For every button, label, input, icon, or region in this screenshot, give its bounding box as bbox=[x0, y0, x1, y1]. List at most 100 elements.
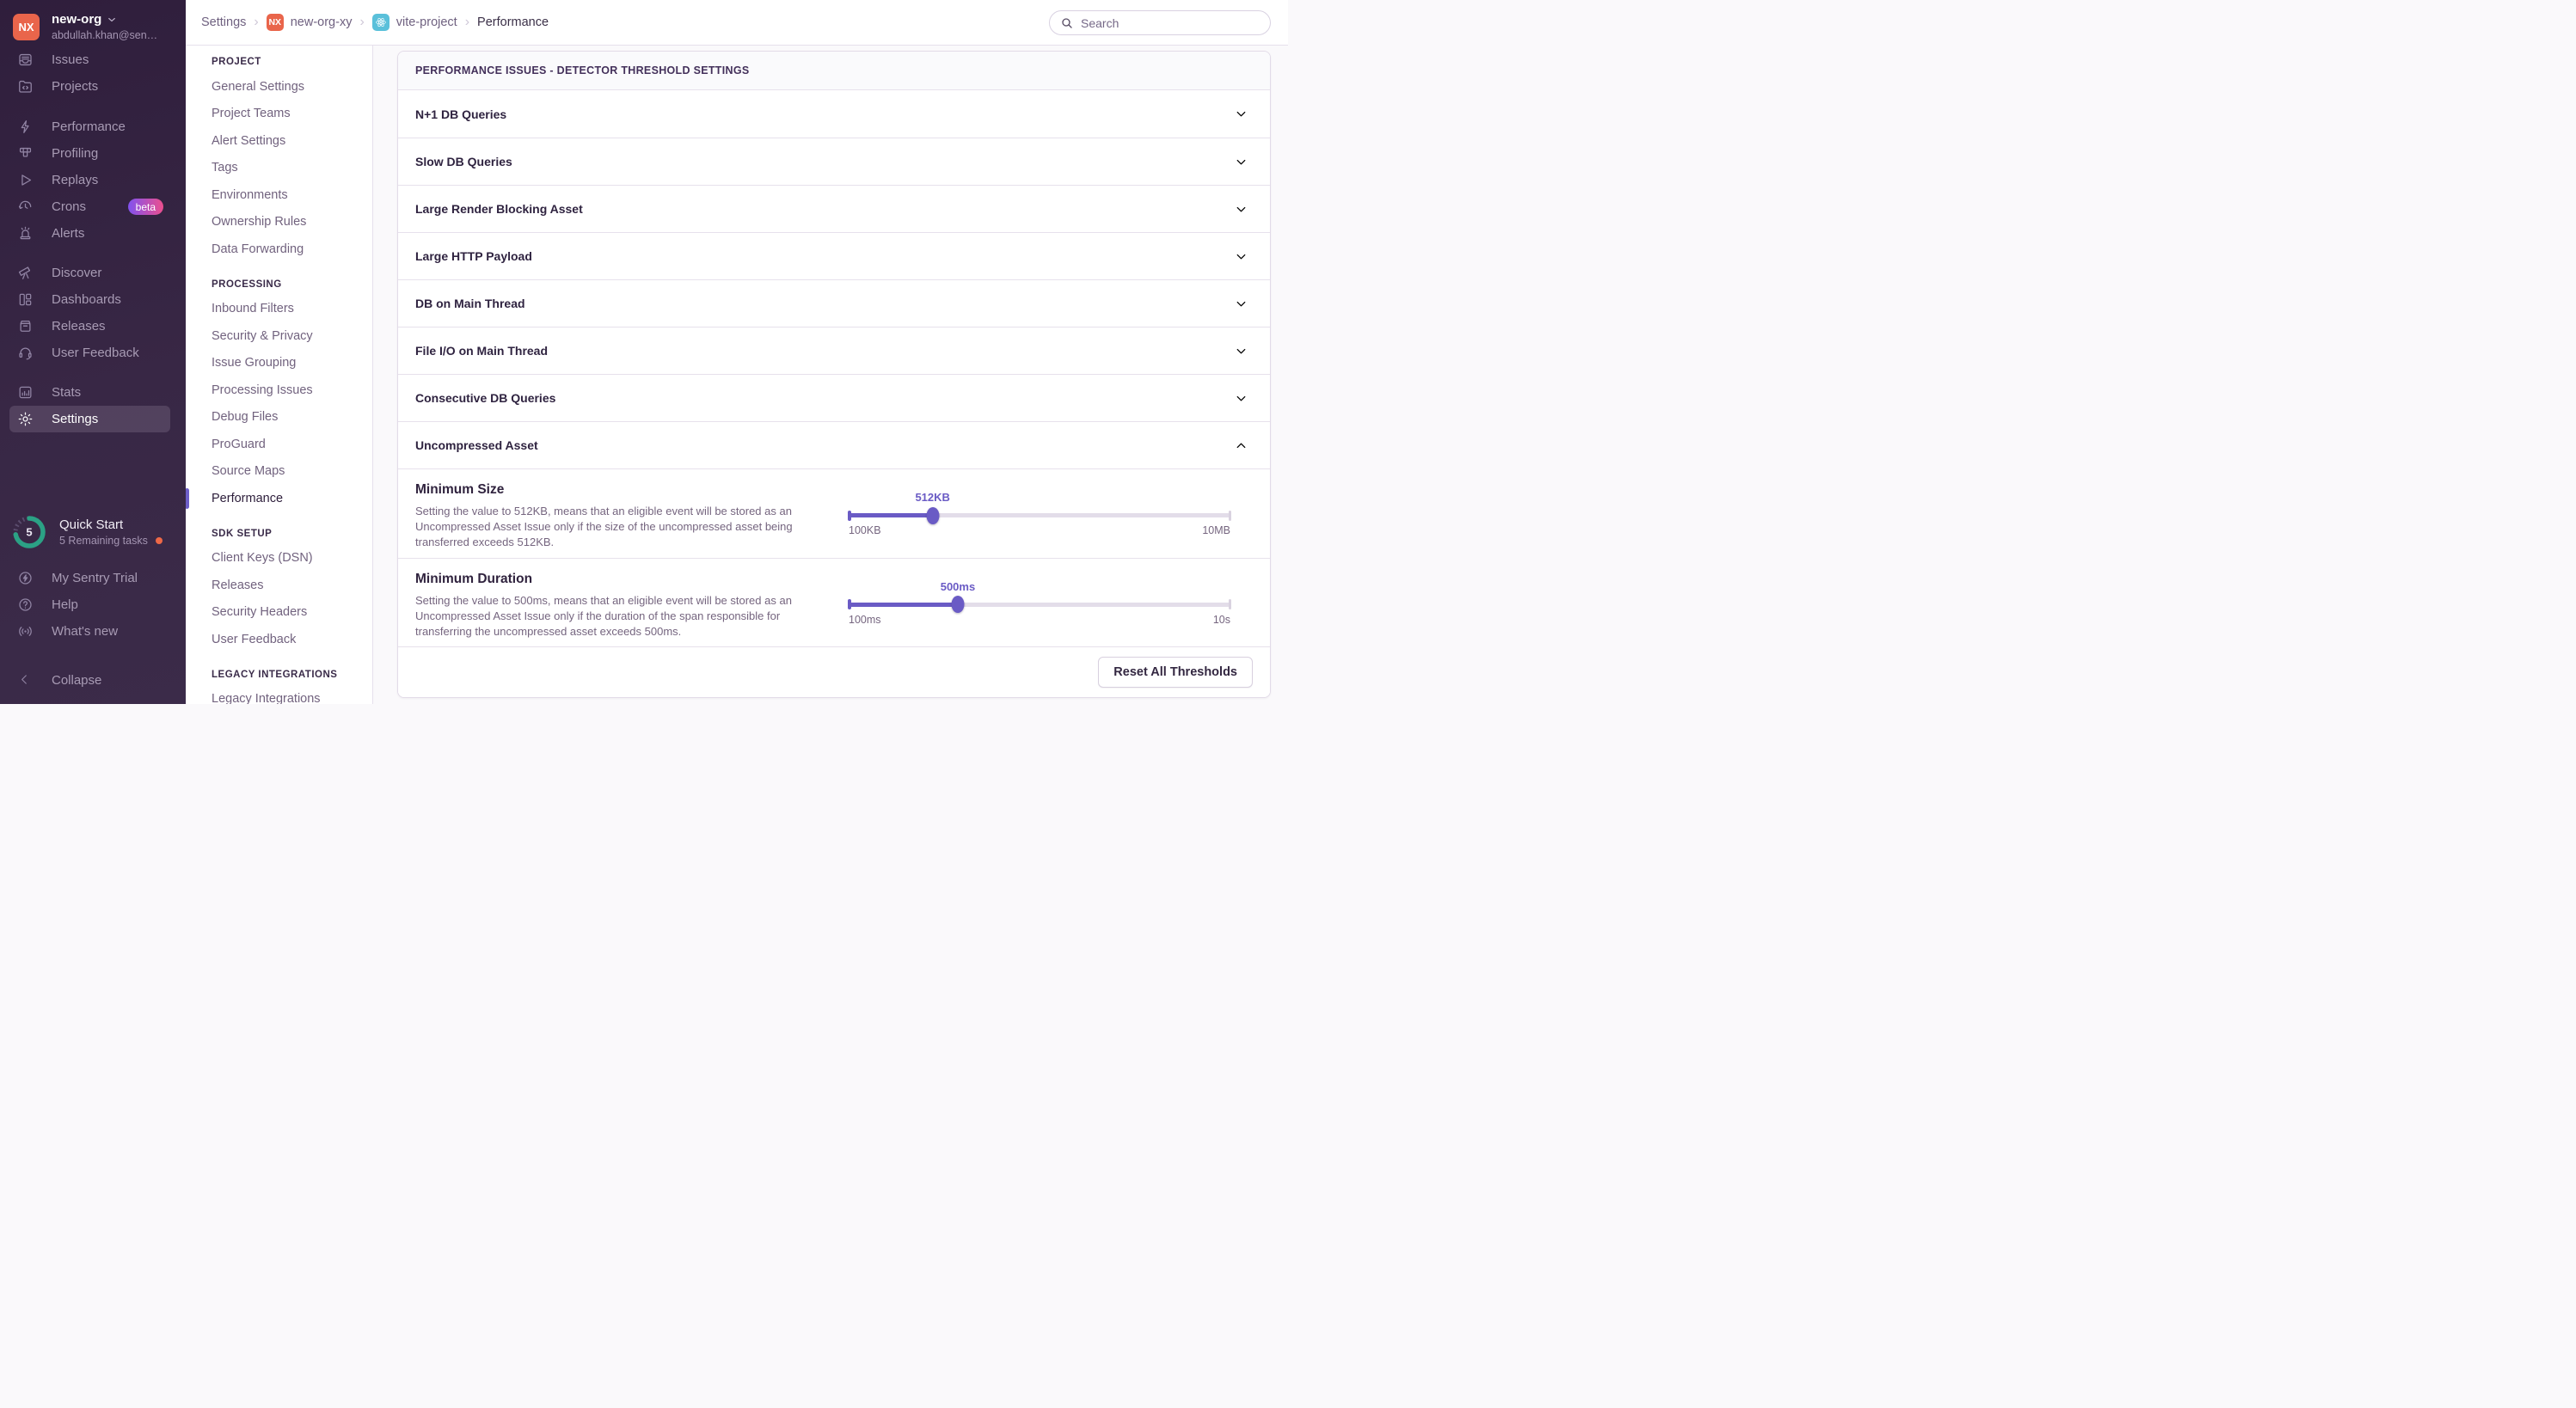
breadcrumb-separator: › bbox=[359, 15, 364, 30]
search-icon bbox=[1060, 16, 1074, 30]
org-email: abdullah.khan@sen… bbox=[52, 29, 157, 41]
slider-handle[interactable] bbox=[951, 596, 964, 613]
settings-icon bbox=[17, 411, 34, 427]
whats-new-icon bbox=[17, 623, 34, 640]
breadcrumb-org[interactable]: NX new-org-xy bbox=[267, 14, 353, 31]
active-indicator-bar bbox=[186, 488, 189, 509]
settings-nav-item-alert-settings[interactable]: Alert Settings bbox=[186, 127, 372, 155]
org-switcher[interactable]: NX new-org abdullah.khan@sen… bbox=[0, 0, 186, 41]
sidebar-item-discover[interactable]: Discover bbox=[9, 260, 170, 286]
settings-nav-item-proguard[interactable]: ProGuard bbox=[186, 431, 372, 458]
breadcrumb-performance[interactable]: Performance bbox=[477, 15, 549, 29]
detector-row-db-on-main-thread[interactable]: DB on Main Thread bbox=[398, 279, 1270, 327]
sidebar-item-user-feedback[interactable]: User Feedback bbox=[9, 340, 170, 366]
sidebar-item-label: Issues bbox=[52, 52, 89, 67]
settings-nav-item-debug-files[interactable]: Debug Files bbox=[186, 404, 372, 432]
sidebar-item-releases[interactable]: Releases bbox=[9, 313, 170, 340]
detector-row-slow-db-queries[interactable]: Slow DB Queries bbox=[398, 138, 1270, 185]
sidebar-item-projects[interactable]: Projects bbox=[9, 73, 170, 100]
org-avatar: NX bbox=[13, 14, 40, 40]
sidebar-collapse-button[interactable]: Collapse bbox=[9, 667, 170, 694]
settings-nav-item-releases[interactable]: Releases bbox=[186, 572, 372, 599]
settings-nav-item-user-feedback[interactable]: User Feedback bbox=[186, 626, 372, 653]
topbar: Settings › NX new-org-xy › vite-project bbox=[186, 0, 1288, 46]
chevron-down-icon bbox=[1234, 391, 1248, 406]
sidebar-item-dashboards[interactable]: Dashboards bbox=[9, 286, 170, 313]
settings-nav-item-tags[interactable]: Tags bbox=[186, 155, 372, 182]
settings-nav-item-source-maps[interactable]: Source Maps bbox=[186, 458, 372, 486]
reset-all-thresholds-button[interactable]: Reset All Thresholds bbox=[1098, 657, 1253, 688]
app-window: NX new-org abdullah.khan@sen… Issues Pro… bbox=[0, 0, 1288, 704]
threshold-title: Minimum Duration bbox=[415, 572, 819, 587]
projects-icon bbox=[17, 78, 34, 95]
chevron-down-icon bbox=[1234, 344, 1248, 358]
sidebar-item-label: Help bbox=[52, 597, 78, 612]
quick-start[interactable]: 5 Quick Start 5 Remaining tasks bbox=[0, 515, 186, 549]
stats-icon bbox=[17, 384, 34, 401]
settings-nav-item-processing-issues[interactable]: Processing Issues bbox=[186, 376, 372, 404]
crons-icon bbox=[17, 199, 34, 215]
detector-row-consecutive-db-queries[interactable]: Consecutive DB Queries bbox=[398, 374, 1270, 421]
detector-row-uncompressed-asset[interactable]: Uncompressed Asset bbox=[398, 421, 1270, 468]
settings-nav-item-general-settings[interactable]: General Settings bbox=[186, 73, 372, 101]
minimum-duration-slider[interactable]: 500ms 100ms 10s bbox=[849, 572, 1230, 640]
dashboards-icon bbox=[17, 291, 34, 308]
settings-nav-item-data-forwarding[interactable]: Data Forwarding bbox=[186, 236, 372, 263]
main-sidebar: NX new-org abdullah.khan@sen… Issues Pro… bbox=[0, 0, 186, 704]
sidebar-item-my-sentry-trial[interactable]: My Sentry Trial bbox=[9, 565, 170, 591]
settings-nav-item-ownership-rules[interactable]: Ownership Rules bbox=[186, 209, 372, 236]
slider-value-label: 500ms bbox=[941, 580, 975, 593]
detector-row-n-plus-one-db-queries[interactable]: N+1 DB Queries bbox=[398, 90, 1270, 138]
sidebar-item-settings[interactable]: Settings bbox=[9, 406, 170, 432]
slider-min-cap bbox=[848, 599, 851, 609]
panel-title: PERFORMANCE ISSUES - DETECTOR THRESHOLD … bbox=[398, 52, 1270, 90]
slider-value-label: 512KB bbox=[915, 491, 949, 504]
chevron-up-icon bbox=[1234, 438, 1248, 453]
sidebar-item-replays[interactable]: Replays bbox=[9, 167, 170, 193]
breadcrumb-settings[interactable]: Settings bbox=[201, 15, 246, 29]
settings-nav-item-legacy-integrations[interactable]: Legacy Integrations bbox=[186, 686, 372, 705]
settings-nav-header-project: PROJECT bbox=[186, 51, 372, 73]
sidebar-item-performance[interactable]: Performance bbox=[9, 113, 170, 140]
sidebar-item-help[interactable]: Help bbox=[9, 591, 170, 618]
settings-nav-item-environments[interactable]: Environments bbox=[186, 181, 372, 209]
sidebar-item-label: Replays bbox=[52, 173, 98, 187]
chevron-left-icon bbox=[17, 672, 34, 689]
breadcrumb-project[interactable]: vite-project bbox=[372, 14, 457, 31]
settings-nav-header-sdk-setup: SDK SETUP bbox=[186, 523, 372, 545]
slider-handle[interactable] bbox=[926, 507, 939, 524]
settings-nav-item-project-teams[interactable]: Project Teams bbox=[186, 101, 372, 128]
sidebar-item-stats[interactable]: Stats bbox=[9, 379, 170, 406]
detector-row-large-render-blocking-asset[interactable]: Large Render Blocking Asset bbox=[398, 185, 1270, 232]
sidebar-item-alerts[interactable]: Alerts bbox=[9, 220, 170, 247]
minimum-size-slider[interactable]: 512KB 100KB 10MB bbox=[849, 482, 1230, 551]
detector-row-large-http-payload[interactable]: Large HTTP Payload bbox=[398, 232, 1270, 279]
slider-min-label: 100KB bbox=[849, 524, 881, 536]
quick-start-title: Quick Start bbox=[59, 517, 163, 532]
sidebar-item-label: Alerts bbox=[52, 226, 84, 241]
settings-nav-item-inbound-filters[interactable]: Inbound Filters bbox=[186, 296, 372, 323]
sidebar-item-label: User Feedback bbox=[52, 346, 139, 360]
settings-nav-header-processing: PROCESSING bbox=[186, 273, 372, 296]
sidebar-item-crons[interactable]: Crons beta bbox=[9, 193, 170, 220]
main-content: PERFORMANCE ISSUES - DETECTOR THRESHOLD … bbox=[373, 46, 1288, 704]
settings-nav-item-issue-grouping[interactable]: Issue Grouping bbox=[186, 350, 372, 377]
sidebar-item-profiling[interactable]: Profiling bbox=[9, 140, 170, 167]
settings-nav-item-client-keys[interactable]: Client Keys (DSN) bbox=[186, 545, 372, 572]
threshold-setting-minimum-duration: Minimum Duration Setting the value to 50… bbox=[398, 558, 1270, 647]
trial-icon bbox=[17, 570, 34, 586]
org-name: new-org bbox=[52, 12, 101, 27]
settings-nav-item-security-privacy[interactable]: Security & Privacy bbox=[186, 322, 372, 350]
react-icon bbox=[372, 14, 389, 31]
slider-max-label: 10s bbox=[1213, 614, 1230, 626]
search-input[interactable] bbox=[1081, 16, 1261, 30]
slider-max-cap bbox=[1229, 599, 1232, 609]
quick-start-subtitle: 5 Remaining tasks bbox=[59, 535, 148, 547]
sidebar-item-whats-new[interactable]: What's new bbox=[9, 618, 170, 645]
search-box[interactable] bbox=[1049, 10, 1271, 35]
sidebar-item-issues[interactable]: Issues bbox=[9, 46, 170, 73]
settings-nav-item-performance[interactable]: Performance bbox=[186, 485, 372, 512]
detector-row-file-io-on-main-thread[interactable]: File I/O on Main Thread bbox=[398, 327, 1270, 374]
sidebar-item-label: My Sentry Trial bbox=[52, 571, 138, 585]
settings-nav-item-security-headers[interactable]: Security Headers bbox=[186, 599, 372, 627]
